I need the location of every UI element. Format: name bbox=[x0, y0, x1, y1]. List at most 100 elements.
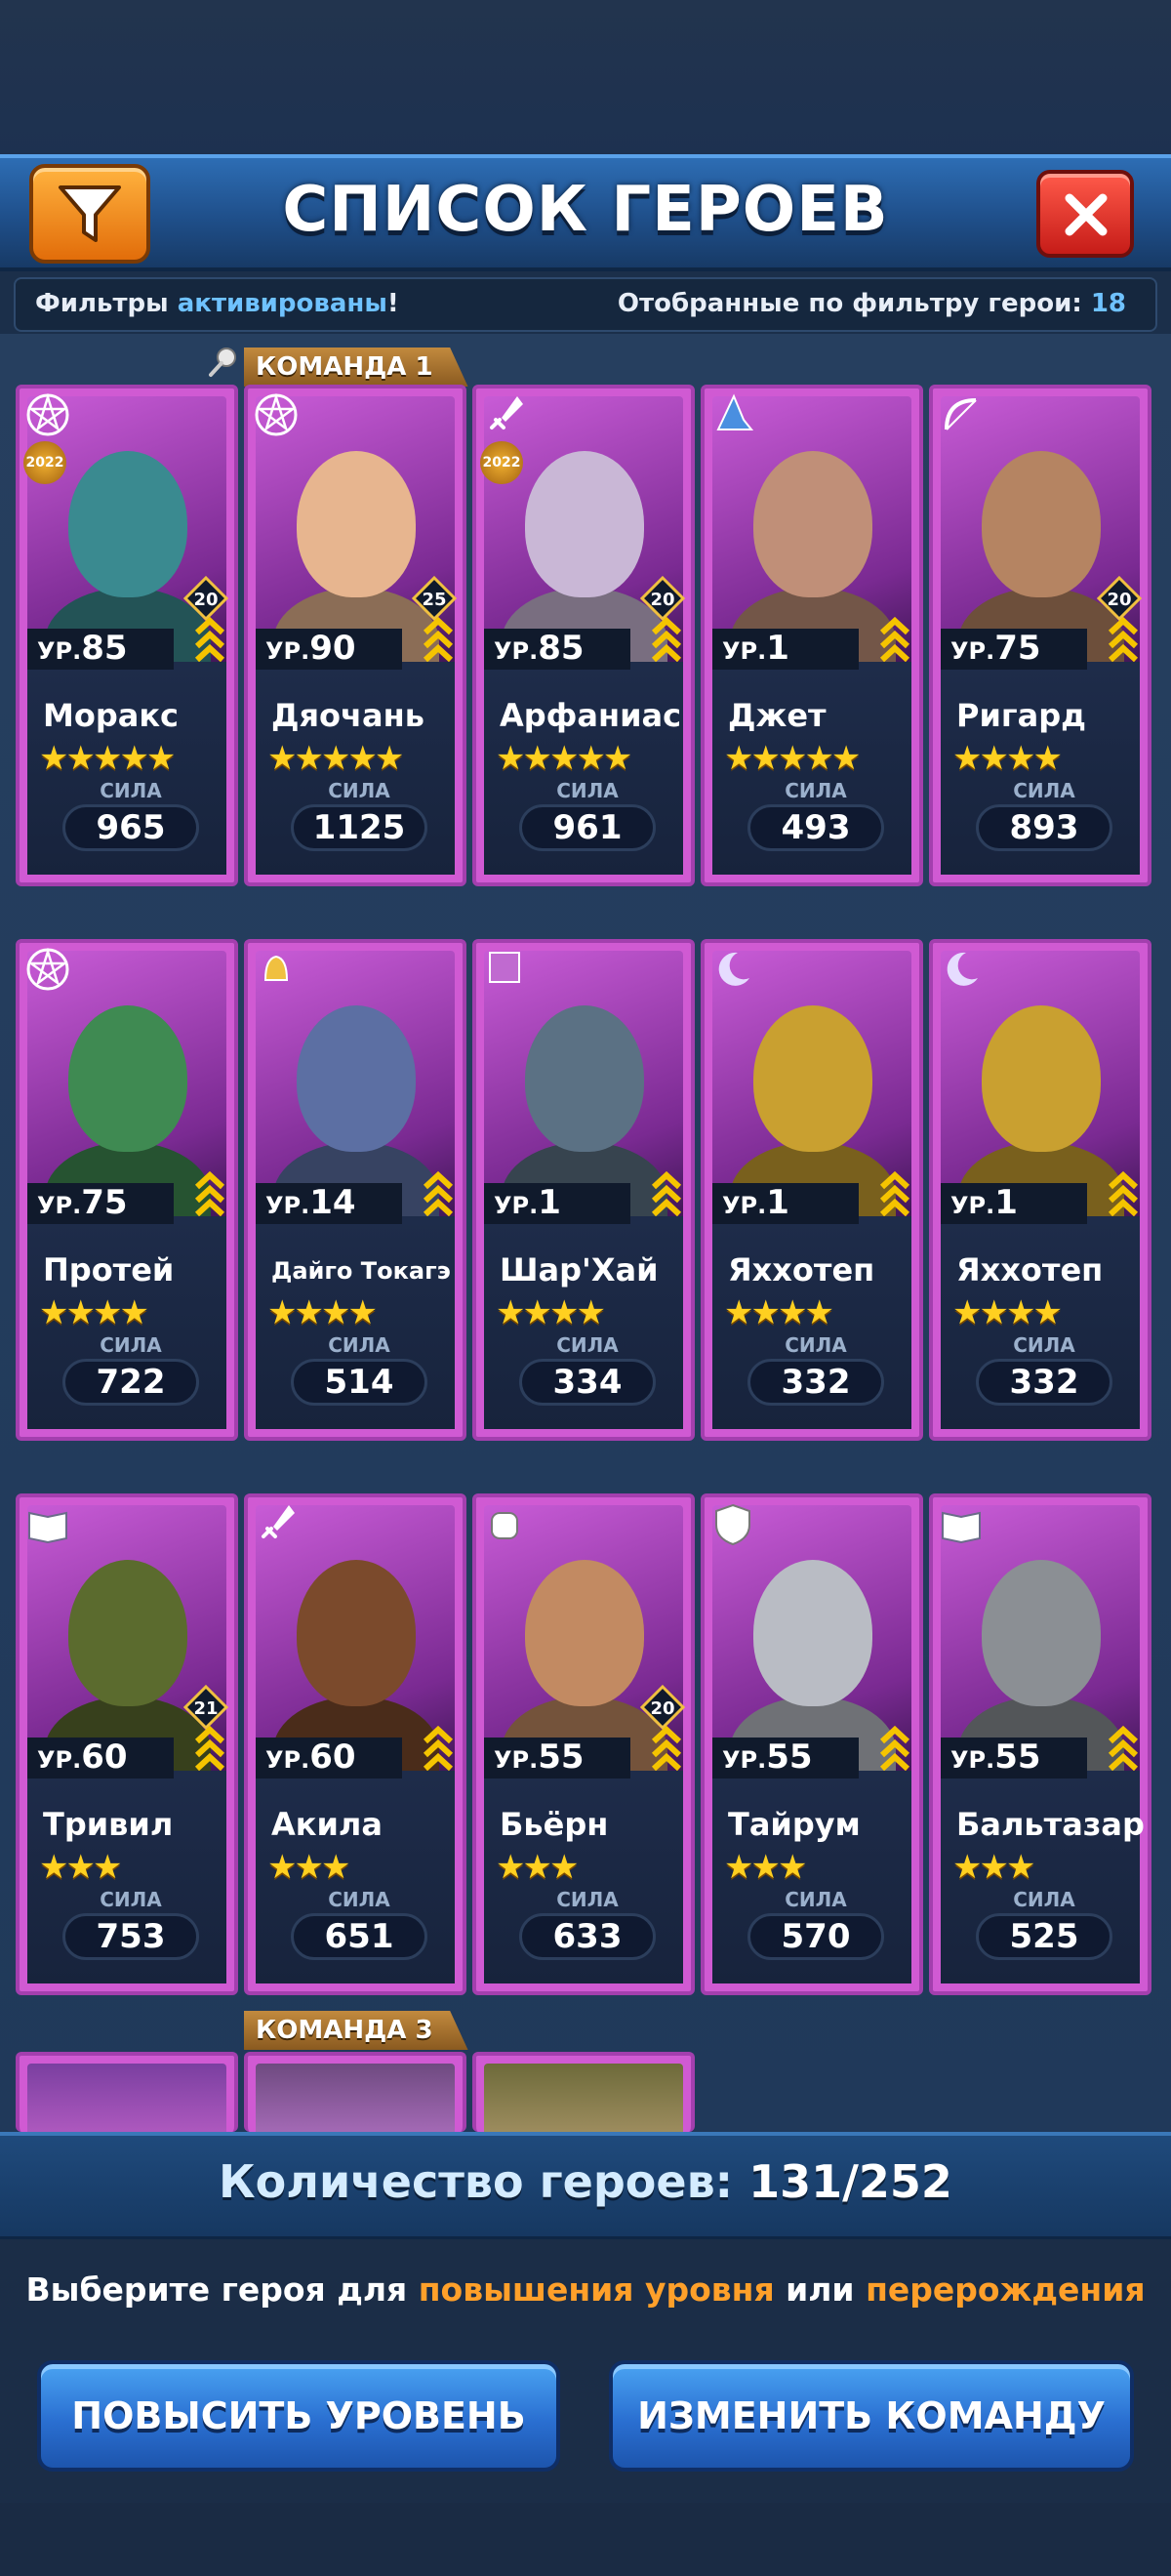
hero-power: 965 bbox=[62, 804, 199, 851]
hero-face bbox=[68, 451, 187, 597]
hero-name: Дайго Токагэ bbox=[271, 1257, 451, 1285]
level-value: 85 bbox=[538, 629, 585, 668]
level-value: 55 bbox=[766, 1738, 813, 1777]
level-prefix: УР. bbox=[265, 637, 310, 665]
level-prefix: УР. bbox=[950, 1746, 995, 1774]
hero-card[interactable]: УР.60 Акила ★★★ СИЛА 651 bbox=[244, 1493, 466, 1995]
hero-power: 893 bbox=[976, 804, 1112, 851]
level-value: 60 bbox=[309, 1738, 356, 1777]
hero-card[interactable]: УР.1 Шар'Хай ★★★★ СИЛА 334 bbox=[472, 939, 695, 1441]
hero-stars: ★★★★ bbox=[952, 739, 1063, 778]
level-value: 14 bbox=[309, 1183, 356, 1222]
level-prefix: УР. bbox=[265, 1746, 310, 1774]
level-value: 55 bbox=[994, 1738, 1041, 1777]
level-prefix: УР. bbox=[722, 637, 767, 665]
hero-power: 514 bbox=[291, 1359, 427, 1406]
hero-name: Арфаниас bbox=[500, 697, 682, 734]
hero-card[interactable]: 2022 20 УР.85 Моракс ★★★★★ СИЛА 965 bbox=[16, 385, 238, 886]
bottom-strip bbox=[0, 2503, 1171, 2576]
hero-card-partial[interactable] bbox=[244, 2052, 466, 2136]
level-value: 1 bbox=[994, 1183, 1018, 1222]
ascension-badge-value: 20 bbox=[650, 590, 674, 610]
hero-card[interactable]: 2022 20 УР.85 Арфаниас ★★★★★ СИЛА 961 bbox=[472, 385, 695, 886]
hero-name: Дяочань bbox=[271, 697, 424, 734]
hero-power: 525 bbox=[976, 1913, 1112, 1960]
book-icon bbox=[28, 1511, 67, 1544]
pin-icon bbox=[209, 348, 236, 377]
hero-stars: ★★★★★ bbox=[267, 739, 404, 778]
level-up-button[interactable]: ПОВЫСИТЬ УРОВЕНЬ bbox=[37, 2360, 560, 2472]
hero-level: УР.1 bbox=[941, 1183, 1087, 1224]
hero-face bbox=[68, 1560, 187, 1706]
hero-card[interactable]: 25 УР.90 Дяочань ★★★★★ СИЛА 1125 bbox=[244, 385, 466, 886]
close-button[interactable] bbox=[1036, 170, 1134, 258]
hint-part-1: Выберите героя для bbox=[25, 2270, 408, 2309]
hero-portrait bbox=[484, 2064, 683, 2136]
hero-card[interactable]: УР.1 Джет ★★★★★ СИЛА 493 bbox=[701, 385, 923, 886]
hero-count: Количество героев: 131/252 bbox=[0, 2155, 1171, 2208]
level-prefix: УР. bbox=[950, 1192, 995, 1219]
filters-active-text: активированы bbox=[177, 289, 387, 318]
page-title: СПИСОК ГЕРОЕВ bbox=[282, 174, 889, 246]
level-value: 75 bbox=[81, 1183, 128, 1222]
hero-name: Шар'Хай bbox=[500, 1251, 659, 1288]
close-icon bbox=[1065, 193, 1108, 236]
hero-power: 332 bbox=[976, 1359, 1112, 1406]
hero-card[interactable]: УР.1 Яххотеп ★★★★ СИЛА 332 bbox=[929, 939, 1151, 1441]
hero-stars: ★★★★ bbox=[39, 1293, 149, 1332]
hero-portrait bbox=[27, 2064, 226, 2136]
hero-level: УР.1 bbox=[712, 629, 859, 670]
hero-card[interactable]: 20 УР.55 Бьёрн ★★★ СИЛА 633 bbox=[472, 1493, 695, 1995]
dagger-icon bbox=[262, 1505, 295, 1538]
pentagram-icon bbox=[26, 947, 69, 991]
hero-card[interactable]: УР.1 Яххотеп ★★★★ СИЛА 332 bbox=[701, 939, 923, 1441]
hero-card[interactable]: УР.14 Дайго Токагэ ★★★★ СИЛА 514 bbox=[244, 939, 466, 1441]
hero-stars: ★★★★ bbox=[496, 1293, 606, 1332]
hero-level: УР.1 bbox=[484, 1183, 630, 1224]
hero-card[interactable]: 21 УР.60 Тривил ★★★ СИЛА 753 bbox=[16, 1493, 238, 1995]
hero-face bbox=[68, 1005, 187, 1152]
pentagram-icon bbox=[26, 392, 69, 436]
hero-level: УР.60 bbox=[256, 1738, 402, 1779]
hero-face bbox=[753, 1005, 872, 1152]
level-prefix: УР. bbox=[494, 637, 539, 665]
hero-card-partial[interactable] bbox=[16, 2052, 238, 2136]
level-prefix: УР. bbox=[494, 1746, 539, 1774]
hero-card[interactable]: 20 УР.75 Ригард ★★★★ СИЛА 893 bbox=[929, 385, 1151, 886]
change-team-button[interactable]: ИЗМЕНИТЬ КОМАНДУ bbox=[609, 2360, 1134, 2472]
hero-power: 332 bbox=[747, 1359, 884, 1406]
hero-card[interactable]: УР.55 Бальтазар ★★★ СИЛА 525 bbox=[929, 1493, 1151, 1995]
hero-name: Яххотеп bbox=[728, 1251, 875, 1288]
hero-power: 753 bbox=[62, 1913, 199, 1960]
bow-icon bbox=[945, 398, 977, 430]
hero-stars: ★★★★★ bbox=[496, 739, 632, 778]
hero-name: Протей bbox=[43, 1251, 175, 1288]
power-label: СИЛА bbox=[1013, 1333, 1075, 1357]
hero-level: УР.1 bbox=[712, 1183, 859, 1224]
hero-level: УР.55 bbox=[941, 1738, 1087, 1779]
dagger-icon bbox=[490, 396, 523, 429]
hero-card[interactable]: УР.55 Тайрум ★★★ СИЛА 570 bbox=[701, 1493, 923, 1995]
hero-stars: ★★★★ bbox=[724, 1293, 834, 1332]
pentagram-icon bbox=[255, 392, 298, 436]
hero-card-partial[interactable] bbox=[472, 2052, 695, 2136]
bell-icon bbox=[263, 955, 289, 981]
hero-name: Тайрум bbox=[728, 1806, 861, 1843]
hero-power: 651 bbox=[291, 1913, 427, 1960]
hero-stars: ★★★ bbox=[724, 1848, 807, 1887]
hero-level: УР.55 bbox=[712, 1738, 859, 1779]
filters-suffix: ! bbox=[386, 289, 399, 318]
power-label: СИЛА bbox=[785, 1888, 847, 1911]
hero-portrait bbox=[256, 2064, 455, 2136]
level-value: 1 bbox=[538, 1183, 561, 1222]
level-prefix: УР. bbox=[37, 1746, 82, 1774]
power-label: СИЛА bbox=[1013, 779, 1075, 802]
hero-card[interactable]: УР.75 Протей ★★★★ СИЛА 722 bbox=[16, 939, 238, 1441]
ascension-badge-value: 20 bbox=[1107, 590, 1131, 610]
hero-face bbox=[982, 1560, 1101, 1706]
hero-count-label: Количество героев: bbox=[219, 2155, 734, 2208]
power-label: СИЛА bbox=[785, 1333, 847, 1357]
level-value: 75 bbox=[994, 629, 1041, 668]
hint-or: или bbox=[786, 2270, 855, 2309]
level-prefix: УР. bbox=[494, 1192, 539, 1219]
